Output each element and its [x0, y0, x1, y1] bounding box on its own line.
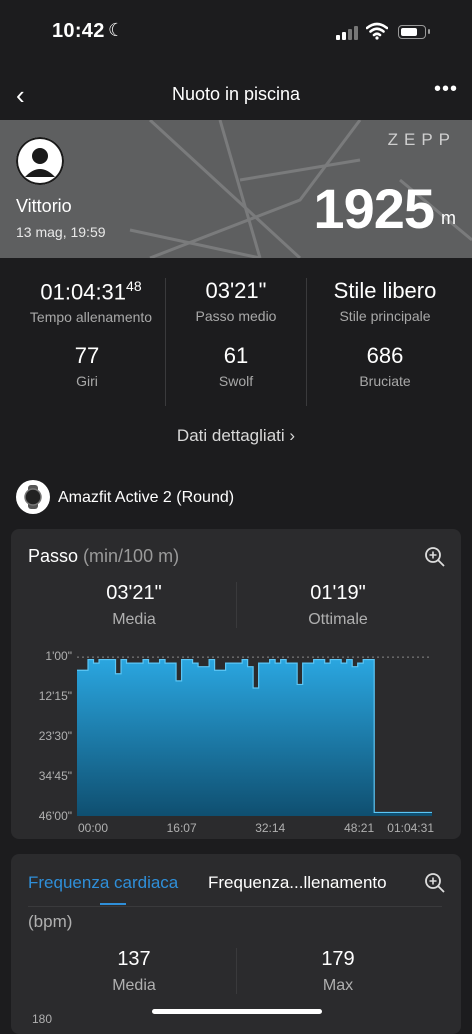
- stat-avg-pace: 03'21" Passo medio: [161, 278, 311, 324]
- detailed-data-link[interactable]: Dati dettagliati ›: [0, 426, 472, 446]
- status-bar: 10:42 ☾: [0, 0, 472, 64]
- y-tick-label: 46'00": [39, 809, 72, 823]
- divider: [236, 948, 237, 994]
- moon-icon: ☾: [108, 20, 125, 40]
- stat-label: Bruciate: [359, 373, 411, 389]
- stat-value: 01:04:31: [40, 279, 127, 305]
- stat-label: Stile principale: [339, 308, 431, 324]
- stat-label: Tempo allenamento: [29, 309, 153, 326]
- distance-value: 1925: [313, 177, 435, 240]
- hr-average: 137 Media: [34, 948, 234, 995]
- hr-max-value: 179: [321, 948, 355, 970]
- divider: [165, 278, 166, 406]
- stat-label: Passo medio: [195, 308, 277, 324]
- page-title: Nuoto in piscina: [171, 84, 301, 104]
- pace-best-value: 01'19": [310, 582, 366, 604]
- device-name: Amazfit Active 2 (Round): [58, 489, 235, 506]
- x-tick-label: 16:07: [167, 821, 197, 835]
- stat-value-fraction: 48: [126, 278, 142, 294]
- pace-best-label: Ottimale: [308, 611, 368, 628]
- pace-average-value: 03'21": [106, 582, 162, 604]
- stat-calories: 686 Bruciate: [310, 343, 460, 389]
- battery-icon: [398, 25, 430, 39]
- divider: [306, 278, 307, 406]
- pace-title: Passo: [28, 546, 79, 566]
- pace-average-label: Media: [112, 611, 156, 628]
- brand-logo: ZEPP: [387, 130, 456, 149]
- stat-value: 61: [223, 343, 249, 368]
- divider: [236, 582, 237, 628]
- zoom-in-icon[interactable]: [424, 872, 446, 894]
- stat-duration: 01:04:3148 Tempo allenamento: [16, 278, 166, 325]
- zoom-in-icon[interactable]: [424, 546, 446, 568]
- y-tick-label: 12'15": [39, 689, 72, 703]
- workout-banner: ZEPP Vittorio 13 mag, 19:59 1925 m: [0, 120, 472, 258]
- pace-chart: 1'00" 12'15" 23'30" 34'45" 46'00" 00:00 16:07 3…: [39, 649, 435, 835]
- x-tick-label: 48:21: [344, 821, 374, 835]
- x-tick-label: 00:00: [78, 821, 108, 835]
- stat-laps: 77 Giri: [12, 343, 162, 389]
- stat-value: 686: [366, 343, 404, 368]
- stat-value: 03'21": [205, 278, 267, 303]
- y-tick-label: 23'30": [39, 729, 72, 743]
- stat-swolf: 61 Swolf: [161, 343, 311, 389]
- status-time: 10:42: [52, 20, 105, 42]
- home-indicator: [152, 1009, 322, 1014]
- person-icon: [16, 137, 64, 185]
- watch-icon: [16, 480, 50, 514]
- more-options-button[interactable]: •••: [434, 78, 458, 101]
- stat-label: Swolf: [218, 373, 254, 389]
- hr-unit: (bpm): [28, 912, 73, 931]
- hr-average-label: Media: [112, 977, 156, 994]
- hr-max: 179 Max: [238, 948, 438, 995]
- x-tick-label: 01:04:31: [387, 821, 434, 835]
- user-name: Vittorio: [16, 196, 72, 216]
- avatar[interactable]: [16, 137, 64, 185]
- hr-max-label: Max: [322, 977, 354, 994]
- hr-average-value: 137: [117, 948, 151, 970]
- stat-label: Giri: [76, 373, 98, 389]
- stat-value: 77: [74, 343, 100, 368]
- detailed-data-label: Dati dettagliati: [176, 426, 285, 445]
- y-tick-label: 34'45": [39, 769, 72, 783]
- stat-value: Stile libero: [333, 278, 437, 303]
- pace-area-series: [77, 659, 432, 816]
- pace-average: 03'21" Media: [34, 582, 234, 629]
- workout-date: 13 mag, 19:59: [16, 224, 106, 240]
- wifi-icon: [366, 22, 388, 40]
- pace-unit: (min/100 m): [83, 546, 180, 566]
- cellular-signal-icon: [336, 24, 360, 40]
- tab-training-zones[interactable]: Frequenza...llenamento: [208, 873, 387, 893]
- stat-main-style: Stile libero Stile principale: [310, 278, 460, 324]
- divider: [28, 906, 442, 907]
- chevron-right-icon: ›: [289, 426, 296, 445]
- tab-underline: [100, 903, 126, 905]
- distance-unit: m: [441, 208, 456, 228]
- x-tick-label: 32:14: [255, 821, 285, 835]
- y-tick-label: 1'00": [45, 649, 72, 663]
- tab-heart-rate[interactable]: Frequenza cardiaca: [28, 873, 178, 893]
- pace-best: 01'19" Ottimale: [238, 582, 438, 629]
- pace-card-title: Passo (min/100 m): [28, 546, 179, 567]
